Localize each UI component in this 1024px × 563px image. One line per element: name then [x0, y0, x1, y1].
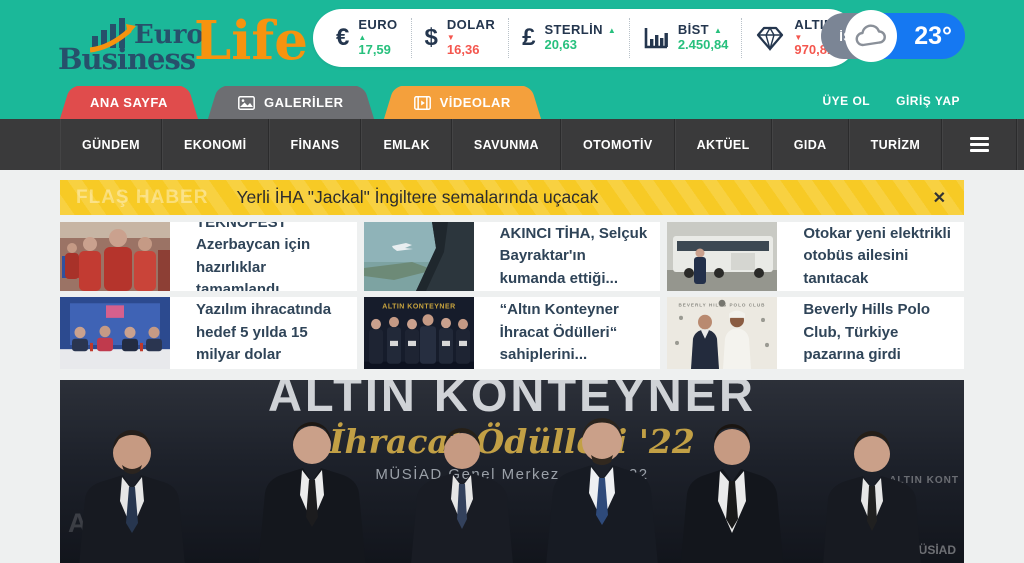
ticker-label: BİST: [678, 23, 709, 38]
news-card-grid: TEKNOFEST Azerbaycan için hazırlıklar ta…: [60, 222, 964, 369]
main-navigation: GÜNDEM EKONOMİ FİNANS EMLAK SAVUNMA OTOM…: [0, 119, 1024, 170]
flash-news-bar: FLAŞ HABER Yerli İHA "Jackal" İngiltere …: [60, 180, 964, 215]
cloud-icon: [855, 24, 887, 48]
euro-symbol-icon: €: [336, 24, 349, 52]
news-title[interactable]: TEKNOFEST Azerbaycan için hazırlıklar ta…: [170, 222, 357, 291]
nav-item-gundem[interactable]: GÜNDEM: [60, 119, 162, 170]
weather-icon-circle: [845, 10, 897, 62]
site-logo[interactable]: Euro Business Life: [58, 4, 298, 80]
nav-item-otomotiv[interactable]: OTOMOTİV: [561, 119, 675, 170]
tab-galeriler[interactable]: GALERİLER: [222, 86, 360, 119]
news-card-yazilim[interactable]: Yazılım ihracatında hedef 5 yılda 15 mil…: [60, 297, 357, 369]
news-thumbnail[interactable]: [60, 222, 170, 291]
electric-bus-image: [667, 222, 777, 291]
news-title[interactable]: “Altın Konteyner İhracat Ödülleri“ sahip…: [474, 297, 661, 369]
nav-item-gida[interactable]: GIDA: [772, 119, 849, 170]
auth-links: ÜYE OL GİRİŞ YAP: [822, 94, 960, 108]
nav-item-finans[interactable]: FİNANS: [269, 119, 362, 170]
news-thumbnail[interactable]: BEVERLY HILLS POLO CLUB: [667, 297, 777, 369]
logo-word-life: Life: [194, 10, 308, 72]
nav-item-ekonomi[interactable]: EKONOMİ: [162, 119, 269, 170]
ticker-value: 16,36: [447, 43, 495, 58]
tab-label: ANA SAYFA: [90, 95, 168, 110]
dollar-symbol-icon: $: [425, 24, 438, 52]
site-header: Euro Business Life € EURO ▲ 17,59 $ DOLA…: [0, 0, 1024, 119]
nav-item-aktuel[interactable]: AKTÜEL: [675, 119, 772, 170]
up-arrow-icon: ▲: [714, 26, 722, 35]
section-tabs: ANA SAYFA GALERİLER VİDEOLAR: [74, 86, 527, 119]
news-card-otokar[interactable]: Otokar yeni elektrikli otobüs ailesini t…: [667, 222, 964, 291]
news-thumbnail[interactable]: ALTIN KONTEYNER: [364, 297, 474, 369]
news-thumbnail[interactable]: [667, 222, 777, 291]
tab-videolar[interactable]: VİDEOLAR: [398, 86, 527, 119]
nav-item-turizm[interactable]: TURİZM: [849, 119, 943, 170]
flash-news-label: FLAŞ HABER: [60, 187, 228, 209]
tab-label: VİDEOLAR: [440, 95, 511, 110]
close-icon[interactable]: ✕: [915, 188, 964, 208]
tab-label: GALERİLER: [264, 95, 344, 110]
news-title[interactable]: Otokar yeni elektrikli otobüs ailesini t…: [777, 222, 964, 291]
register-link[interactable]: ÜYE OL: [822, 94, 870, 108]
ticker-label: DOLAR: [447, 18, 495, 33]
news-title[interactable]: AKINCI TİHA, Selçuk Bayraktar'ın kumanda…: [474, 222, 661, 291]
news-card-teknofest[interactable]: TEKNOFEST Azerbaycan için hazırlıklar ta…: [60, 222, 357, 291]
polo-club-image: BEVERLY HILLS POLO CLUB: [667, 297, 777, 369]
ticker-value: 20,63: [544, 38, 615, 53]
nav-item-savunma[interactable]: SAVUNMA: [452, 119, 561, 170]
news-thumbnail[interactable]: [60, 297, 170, 369]
ticker-dolar: $ DOLAR ▼ 16,36: [411, 18, 509, 58]
news-card-akinci[interactable]: AKINCI TİHA, Selçuk Bayraktar'ın kumanda…: [364, 222, 661, 291]
ticker-value: 17,59: [358, 43, 397, 58]
ticker-label: STERLİN: [544, 23, 602, 38]
news-title[interactable]: Beverly Hills Polo Club, Türkiye pazarın…: [777, 297, 964, 369]
image-icon: [238, 96, 255, 110]
award-ceremony-image: ALTIN KONTEYNER: [364, 297, 474, 369]
weather-widget: İSTANBUL ▾ 23°: [821, 13, 965, 59]
nav-item-emlak[interactable]: EMLAK: [361, 119, 451, 170]
feature-photo-altin-konteyner[interactable]: ALTIN KONTEYNER İhracat Ödülleri '22 MÜS…: [60, 380, 964, 563]
drone-aerial-image: [364, 222, 474, 291]
currency-ticker: € EURO ▲ 17,59 $ DOLAR ▼ 16,36 £ STERLİN…: [313, 9, 857, 67]
news-card-beverly-hills[interactable]: BEVERLY HILLS POLO CLUB Beverly Hills Po…: [667, 297, 964, 369]
video-icon: [414, 96, 431, 110]
ticker-value: 2.450,84: [678, 38, 729, 53]
press-panel-image: [60, 297, 170, 369]
award-winners-group: [60, 413, 964, 563]
logo-word-business: Business: [58, 42, 195, 76]
search-button[interactable]: ▾: [1017, 119, 1024, 170]
login-link[interactable]: GİRİŞ YAP: [896, 94, 960, 108]
flash-news-headline[interactable]: Yerli İHA "Jackal" İngiltere semalarında…: [236, 187, 598, 208]
thumb-caption: ALTIN KONTEYNER: [382, 302, 456, 310]
teknofest-crowd-image: [60, 222, 170, 291]
diamond-icon: [755, 25, 785, 51]
hamburger-menu-icon[interactable]: [942, 119, 1017, 170]
ticker-label: EURO: [358, 18, 397, 33]
bar-chart-icon: [643, 26, 669, 50]
news-thumbnail[interactable]: [364, 222, 474, 291]
tab-ana-sayfa[interactable]: ANA SAYFA: [74, 86, 184, 119]
ticker-euro: € EURO ▲ 17,59: [323, 18, 411, 58]
ticker-sterlin: £ STERLİN ▲ 20,63: [508, 18, 629, 58]
news-title[interactable]: Yazılım ihracatında hedef 5 yılda 15 mil…: [170, 297, 357, 369]
up-arrow-icon: ▲: [608, 26, 616, 35]
news-card-altin-konteyner[interactable]: ALTIN KONTEYNER “Altın Konteyner İhracat…: [364, 297, 661, 369]
pound-symbol-icon: £: [522, 24, 535, 52]
ticker-bist: BİST ▲ 2.450,84: [629, 18, 742, 58]
